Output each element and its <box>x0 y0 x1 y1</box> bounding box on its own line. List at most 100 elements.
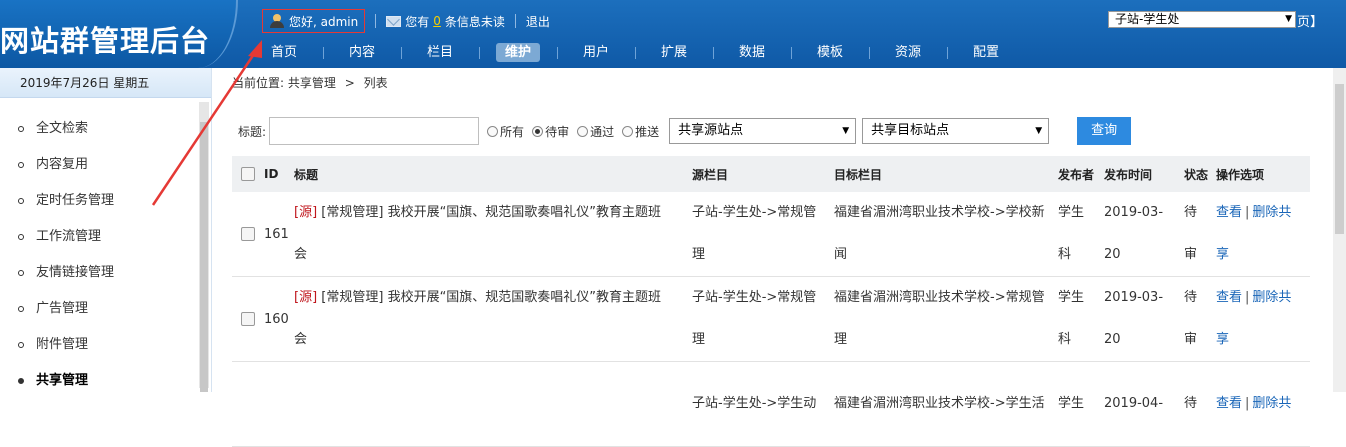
radio-icon[interactable] <box>532 125 544 137</box>
row-target: 福建省湄洲湾职业技术学校->学校新闻 <box>834 205 1045 262</box>
nav-extend[interactable]: 扩展 <box>635 42 713 64</box>
share-table: ID 标题 源栏目 目标栏目 发布者 发布时间 状态 操作选项 161 [源] … <box>232 156 1310 447</box>
target-site-select[interactable]: 共享目标站点 ▼ <box>862 118 1050 144</box>
nav-column[interactable]: 栏目 <box>401 42 479 64</box>
row-publisher: 学生 <box>1058 396 1085 411</box>
breadcrumb-label: 当前位置: <box>232 76 285 90</box>
breadcrumb: 当前位置: 共享管理 > 列表 <box>232 74 388 91</box>
source-site-select[interactable]: 共享源站点 ▼ <box>669 118 857 144</box>
nav-users[interactable]: 用户 <box>557 42 635 64</box>
header-target: 目标栏目 <box>834 167 883 182</box>
sidebar-item-content-reuse[interactable]: 内容复用 <box>0 152 211 188</box>
row-id: 161 <box>264 226 289 242</box>
bullet-icon <box>18 162 24 168</box>
msg-suffix: 条信息未读 <box>444 14 505 29</box>
bullet-icon <box>18 306 24 312</box>
sidebar-item-workflow[interactable]: 工作流管理 <box>0 224 211 260</box>
nav-maintenance[interactable]: 维护 <box>479 42 557 64</box>
sidebar-scrollbar[interactable] <box>199 102 209 392</box>
view-link[interactable]: 查看 <box>1216 396 1242 411</box>
status-radio-group: 所有 待审 通过 推送 <box>487 123 663 140</box>
bullet-icon <box>18 198 24 204</box>
breadcrumb-item[interactable]: 共享管理 <box>288 76 336 90</box>
delete-share-link[interactable]: 删除共 <box>1252 205 1291 220</box>
delete-share-link-cont[interactable]: 享 <box>1216 234 1310 276</box>
nav-content[interactable]: 内容 <box>323 42 401 64</box>
table-row: 161 [源] [常规管理] 我校开展“国旗、规范国歌奏唱礼仪”教育主题班 会 … <box>232 192 1310 277</box>
row-state: 待审 <box>1184 290 1198 347</box>
main-scrollbar[interactable] <box>1333 68 1346 392</box>
sidebar-item-attachments[interactable]: 附件管理 <box>0 332 211 368</box>
nav-template[interactable]: 模板 <box>791 42 869 64</box>
dropdown-arrow-icon: ▼ <box>842 126 850 136</box>
target-site-value: 共享目标站点 <box>871 123 950 138</box>
source-tag: [源] <box>294 205 318 220</box>
view-link[interactable]: 查看 <box>1216 290 1242 305</box>
user-icon <box>269 14 285 28</box>
sidebar-menu: 全文检索 内容复用 定时任务管理 工作流管理 友情链接管理 广告管理 附件管理 … <box>0 98 211 404</box>
select-all-checkbox[interactable] <box>241 167 255 181</box>
sidebar-item-friend-links[interactable]: 友情链接管理 <box>0 260 211 296</box>
sidebar-item-ads[interactable]: 广告管理 <box>0 296 211 332</box>
unread-count-link[interactable]: 0 <box>433 14 441 28</box>
radio-pushed[interactable]: 推送 <box>622 123 659 140</box>
row-target: 福建省湄洲湾职业技术学校->学生活 <box>834 396 1045 411</box>
nav-resource[interactable]: 资源 <box>869 42 947 64</box>
radio-icon[interactable] <box>487 125 499 137</box>
row-source: 子站-学生处->学生动 <box>692 396 817 411</box>
logo-text: 网站群管理后台 <box>0 24 211 58</box>
source-tag: [源] <box>294 290 318 305</box>
filter-bar: 标题: 所有 待审 通过 推送 共享源站点 ▼ 共享目标站点 ▼ 查询 <box>238 117 1132 145</box>
header-ops: 操作选项 <box>1216 167 1265 182</box>
header-state: 状态 <box>1184 167 1209 182</box>
page-tail-text: 页】 <box>1297 15 1324 30</box>
header-publisher: 发布者 <box>1058 167 1095 182</box>
sidebar-item-scheduled-tasks[interactable]: 定时任务管理 <box>0 188 211 224</box>
row-target: 福建省湄洲湾职业技术学校->常规管理 <box>834 290 1045 347</box>
sidebar-item-share-management[interactable]: 共享管理 <box>0 368 211 404</box>
row-publisher: 学生科 <box>1058 205 1085 262</box>
user-greeting[interactable]: 您好, admin <box>262 9 366 33</box>
title-search-input[interactable] <box>269 117 480 145</box>
radio-approved[interactable]: 通过 <box>577 123 614 140</box>
delete-share-link-cont[interactable]: 享 <box>1216 319 1310 361</box>
query-button[interactable]: 查询 <box>1077 117 1132 145</box>
scrollbar-thumb[interactable] <box>1335 84 1344 234</box>
row-state: 待审 <box>1184 205 1198 262</box>
site-select-value: 子站-学生处 <box>1115 12 1180 26</box>
row-title[interactable]: [源] [常规管理] 我校开展“国旗、规范国歌奏唱礼仪”教育主题班 会 <box>294 277 692 361</box>
radio-pending[interactable]: 待审 <box>532 123 569 140</box>
logout-link[interactable]: 退出 <box>526 13 550 30</box>
top-header: 网站群管理后台 您好, admin 您有 0 条信息未读 退出 子站-学生处 ▼… <box>0 0 1346 68</box>
view-link[interactable]: 查看 <box>1216 205 1242 220</box>
delete-share-link[interactable]: 删除共 <box>1252 290 1291 305</box>
row-title[interactable]: [源] [常规管理] 我校开展“国旗、规范国歌奏唱礼仪”教育主题班 会 <box>294 192 692 276</box>
nav-config[interactable]: 配置 <box>947 42 1025 64</box>
site-select[interactable]: 子站-学生处 ▼ <box>1108 11 1296 28</box>
row-state: 待 <box>1184 396 1198 411</box>
divider <box>375 14 377 28</box>
bullet-icon <box>18 270 24 276</box>
row-checkbox[interactable] <box>241 312 255 326</box>
row-ops: 查看 | 删除共 享 <box>1216 277 1310 361</box>
row-checkbox[interactable] <box>241 227 255 241</box>
nav-data[interactable]: 数据 <box>713 42 791 64</box>
delete-share-link[interactable]: 删除共 <box>1252 396 1291 411</box>
row-ops: 查看 | 删除共 <box>1216 396 1292 411</box>
greeting-text: 您好, admin <box>289 14 359 29</box>
row-time: 2019-03- 20 <box>1104 205 1164 262</box>
header-id: ID <box>264 167 279 181</box>
row-source: 子站-学生处->常规管理 <box>692 205 817 262</box>
table-row: 160 [源] [常规管理] 我校开展“国旗、规范国歌奏唱礼仪”教育主题班 会 … <box>232 277 1310 362</box>
radio-all[interactable]: 所有 <box>487 123 524 140</box>
nav-home[interactable]: 首页 <box>245 42 323 64</box>
msg-prefix: 您有 <box>405 14 430 29</box>
header-title: 标题 <box>294 167 319 182</box>
scrollbar-thumb[interactable] <box>200 122 208 392</box>
main-content: 当前位置: 共享管理 > 列表 标题: 所有 待审 通过 推送 共享源站点 ▼ … <box>222 68 1332 447</box>
sidebar-item-fulltext-search[interactable]: 全文检索 <box>0 116 211 152</box>
breadcrumb-separator: > <box>344 76 355 90</box>
radio-icon[interactable] <box>622 125 634 137</box>
radio-icon[interactable] <box>577 125 589 137</box>
dropdown-arrow-icon: ▼ <box>1285 14 1292 24</box>
